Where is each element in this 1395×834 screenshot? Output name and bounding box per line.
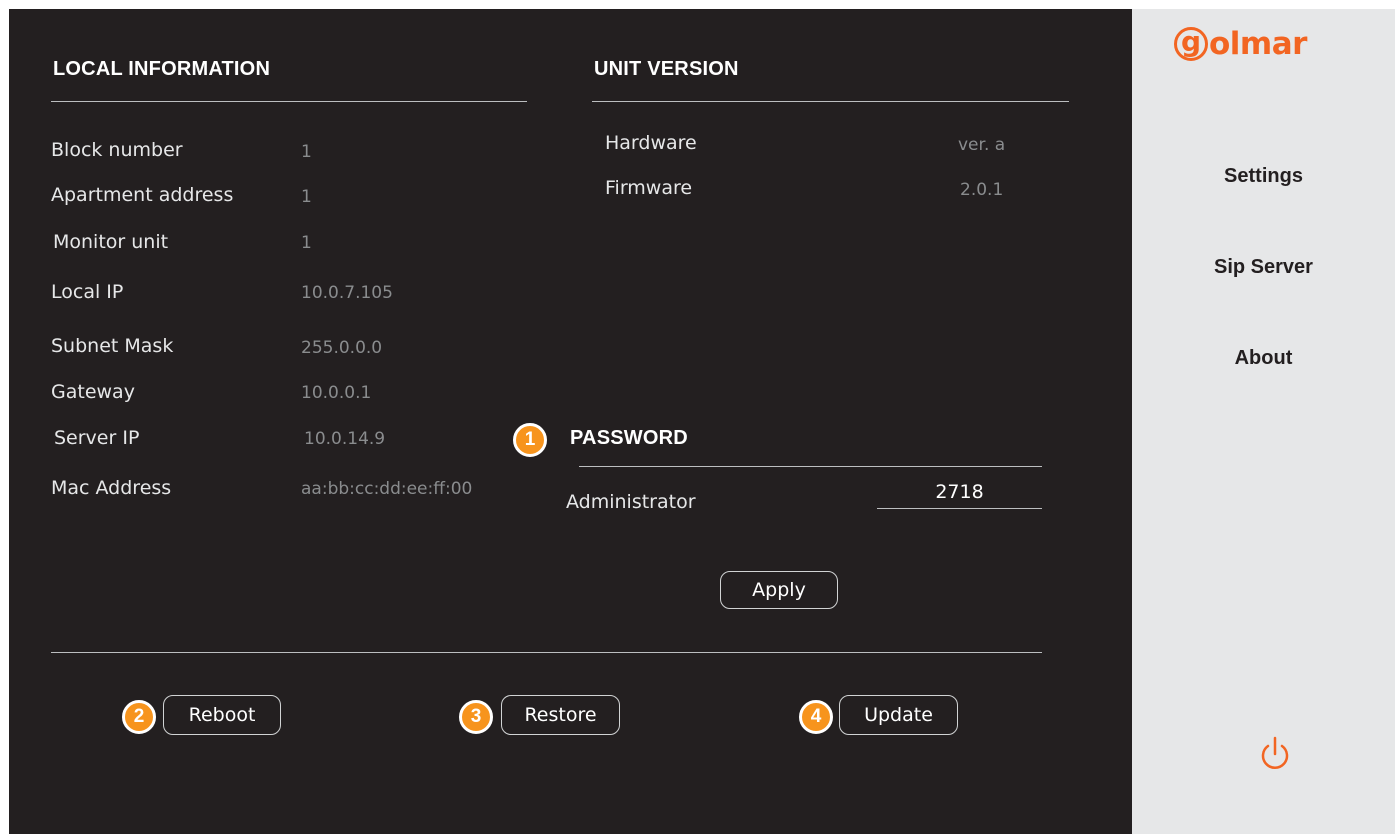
- unit-version-heading: UNIT VERSION: [594, 58, 739, 80]
- administrator-password-field[interactable]: 2718: [877, 476, 1042, 509]
- block-number-label: Block number: [51, 139, 183, 161]
- firmware-value: 2.0.1: [960, 180, 1004, 200]
- restore-button[interactable]: Restore: [501, 695, 620, 735]
- sidebar-item-sip-server[interactable]: Sip Server: [1132, 256, 1395, 279]
- gateway-label: Gateway: [51, 381, 135, 403]
- server-ip-label: Server IP: [54, 427, 140, 449]
- monitor-unit-value: 1: [301, 233, 312, 253]
- sidebar: [1132, 9, 1395, 834]
- callout-badge-1: 1: [513, 423, 547, 457]
- callout-badge-3: 3: [459, 700, 493, 734]
- callout-badge-4: 4: [799, 700, 833, 734]
- apply-button[interactable]: Apply: [720, 571, 838, 609]
- golmar-logo: g olmar: [1174, 24, 1307, 64]
- golmar-logo-mark: g: [1174, 27, 1208, 61]
- administrator-label: Administrator: [566, 491, 696, 513]
- block-number-value: 1: [301, 142, 312, 162]
- firmware-label: Firmware: [605, 177, 693, 199]
- reboot-button[interactable]: Reboot: [163, 695, 281, 735]
- password-divider: [579, 466, 1042, 467]
- mac-address-label: Mac Address: [51, 477, 172, 499]
- local-information-divider: [51, 101, 527, 102]
- local-information-heading: LOCAL INFORMATION: [53, 58, 271, 80]
- apartment-address-label: Apartment address: [51, 184, 234, 206]
- sidebar-item-about[interactable]: About: [1132, 347, 1395, 370]
- hardware-value: ver. a: [958, 135, 1006, 155]
- golmar-logo-text: olmar: [1209, 26, 1307, 62]
- hardware-label: Hardware: [605, 132, 697, 154]
- subnet-mask-value: 255.0.0.0: [301, 338, 383, 358]
- unit-version-divider: [592, 101, 1069, 102]
- local-ip-value: 10.0.7.105: [301, 283, 393, 303]
- server-ip-value: 10.0.14.9: [304, 429, 386, 449]
- update-button[interactable]: Update: [839, 695, 958, 735]
- password-heading: PASSWORD: [570, 427, 688, 449]
- gateway-value: 10.0.0.1: [301, 383, 372, 403]
- administrator-password-value: 2718: [935, 481, 984, 503]
- monitor-unit-label: Monitor unit: [53, 231, 169, 253]
- actions-divider: [51, 652, 1042, 653]
- sidebar-item-settings[interactable]: Settings: [1132, 165, 1395, 188]
- subnet-mask-label: Subnet Mask: [51, 335, 174, 357]
- callout-badge-2: 2: [122, 700, 156, 734]
- power-icon[interactable]: [1258, 734, 1292, 774]
- mac-address-value: aa:bb:cc:dd:ee:ff:00: [301, 479, 473, 499]
- local-ip-label: Local IP: [51, 281, 124, 303]
- apartment-address-value: 1: [301, 187, 312, 207]
